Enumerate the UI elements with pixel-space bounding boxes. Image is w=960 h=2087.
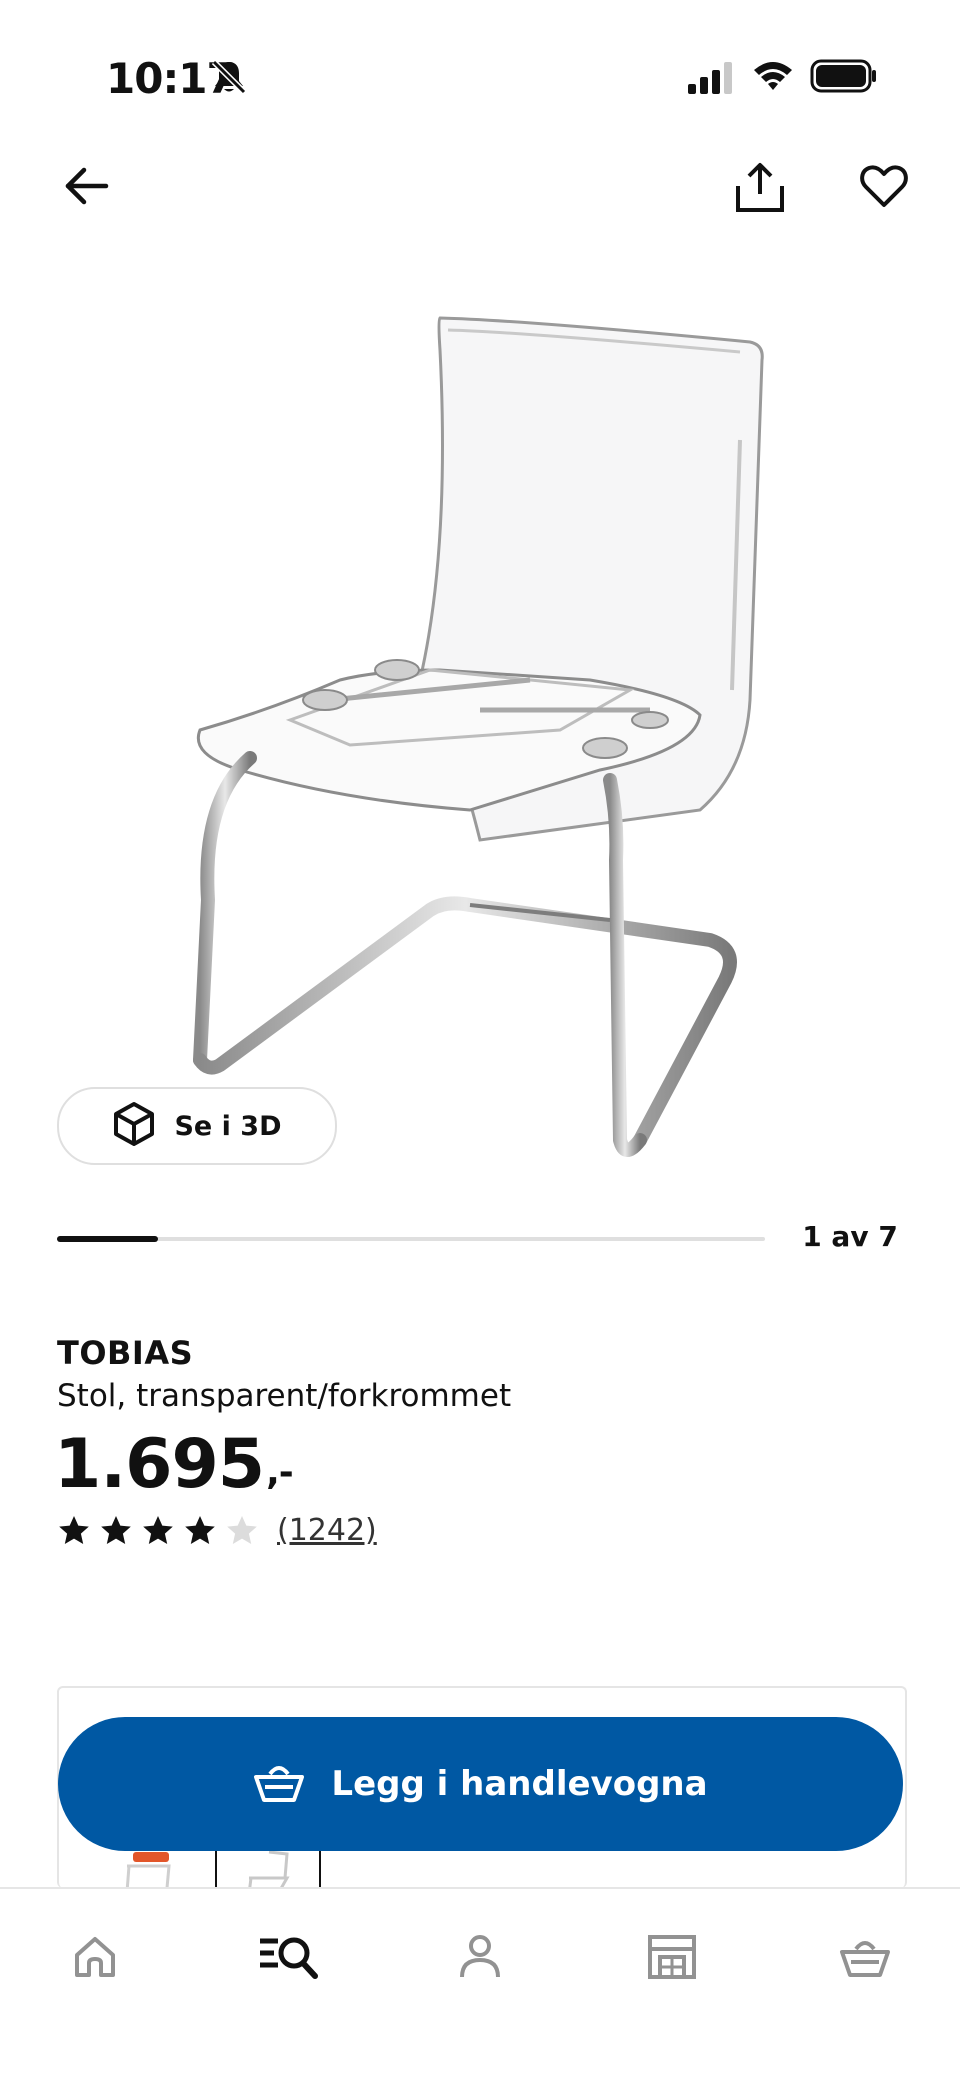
home-icon — [71, 1933, 119, 1985]
product-page: 10:17 Se i 3D 1 av 7 TOBIAS Stol, transp… — [0, 0, 960, 2087]
wifi-icon — [752, 58, 794, 94]
star-filled-icon — [57, 1514, 91, 1548]
star-filled-icon — [141, 1514, 175, 1548]
battery-icon — [810, 58, 878, 94]
tab-search[interactable] — [248, 1919, 328, 1999]
cube-icon — [112, 1101, 156, 1151]
view-3d-button[interactable]: Se i 3D — [57, 1087, 337, 1165]
basket-icon — [839, 1935, 891, 1983]
profile-icon — [456, 1933, 504, 1985]
share-icon[interactable] — [732, 160, 788, 216]
star-filled-icon — [99, 1514, 133, 1548]
bell-muted-icon — [209, 57, 249, 97]
heart-icon[interactable] — [858, 160, 910, 212]
basket-icon — [253, 1760, 305, 1808]
star-filled-icon — [183, 1514, 217, 1548]
add-to-cart-button[interactable]: Legg i handlevogna — [58, 1717, 903, 1851]
product-image[interactable] — [180, 300, 780, 1180]
product-description: Stol, transparent/forkrommet — [57, 1378, 512, 1414]
rating-stars — [57, 1514, 259, 1548]
gallery-progress-fill — [57, 1236, 158, 1242]
tab-basket[interactable] — [825, 1919, 905, 1999]
review-count-link[interactable]: (1242) — [277, 1513, 377, 1548]
tab-home[interactable] — [55, 1919, 135, 1999]
variant-thumbnail-orange[interactable] — [119, 1848, 179, 1888]
variant-thumbnail-transparent[interactable] — [239, 1848, 299, 1888]
gallery-progress-track — [57, 1236, 765, 1242]
signal-icon — [688, 62, 736, 94]
rating[interactable]: (1242) — [57, 1513, 377, 1548]
price-suffix: ,- — [266, 1452, 294, 1493]
price-value: 1.695 — [54, 1425, 265, 1504]
tab-store[interactable] — [632, 1919, 712, 1999]
price: 1.695,- — [54, 1420, 294, 1510]
gallery-counter: 1 av 7 — [802, 1220, 898, 1253]
star-empty-icon — [225, 1514, 259, 1548]
product-name: TOBIAS — [57, 1334, 194, 1372]
bottom-tab-bar — [0, 1887, 960, 2087]
store-icon — [646, 1933, 698, 1985]
back-arrow-icon[interactable] — [60, 160, 112, 212]
search-icon — [258, 1933, 318, 1985]
status-bar: 10:17 — [0, 0, 960, 150]
view-3d-label: Se i 3D — [174, 1110, 282, 1142]
tab-profile[interactable] — [440, 1919, 520, 1999]
add-to-cart-label: Legg i handlevogna — [331, 1764, 708, 1804]
